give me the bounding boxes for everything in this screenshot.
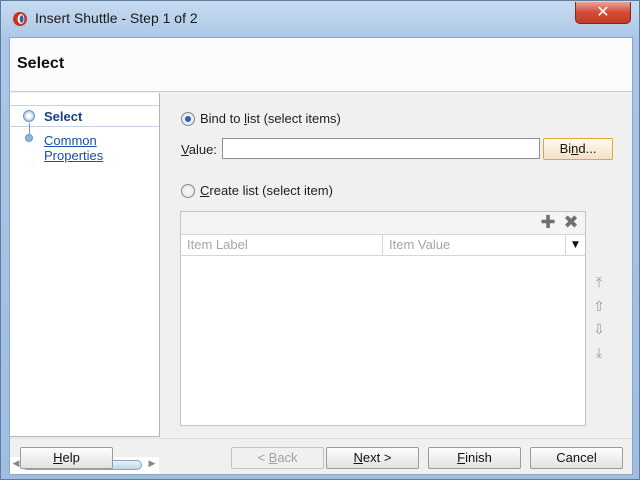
nav-item-select[interactable]: Select	[10, 105, 159, 127]
bind-button[interactable]: Bind...	[543, 138, 613, 160]
step-navigator: Select Common Properties ◀ ▶	[10, 93, 160, 474]
label-part: ist (select items)	[246, 111, 341, 126]
column-header-item-value[interactable]: Item Value	[383, 235, 566, 256]
finish-button[interactable]: Finish	[428, 447, 521, 469]
label-mnemonic: C	[200, 183, 210, 198]
delete-row-icon[interactable]: ✖	[562, 214, 580, 232]
dialog-client: Select Select Common Properties ◀ ▶ Bind…	[9, 37, 633, 475]
step-current-icon	[23, 110, 35, 122]
window-title: Insert Shuttle - Step 1 of 2	[35, 10, 198, 26]
label-mnemonic: N	[353, 450, 363, 465]
next-button[interactable]: Next >	[326, 447, 419, 469]
label-part: Bind to	[200, 111, 245, 126]
label-part: elp	[62, 450, 80, 465]
value-label: Value:	[181, 142, 217, 157]
cancel-button[interactable]: Cancel	[530, 447, 623, 469]
value-input[interactable]	[222, 138, 540, 159]
nav-item-label: Common Properties	[44, 133, 104, 163]
nav-item-common-properties[interactable]: Common Properties	[10, 130, 159, 163]
create-list-radio[interactable]	[181, 184, 195, 198]
move-to-bottom-icon[interactable]: ⤓	[590, 344, 608, 362]
label-part: ack	[277, 450, 298, 465]
bind-to-list-radio[interactable]	[181, 112, 195, 126]
label-part: alue:	[188, 142, 217, 157]
label-mnemonic: H	[53, 450, 63, 465]
scroll-right-icon[interactable]: ▶	[147, 459, 157, 469]
close-icon: ✕	[596, 2, 610, 21]
footer-divider	[10, 438, 632, 439]
column-header-item-label[interactable]: Item Label	[181, 235, 383, 256]
app-logo-icon	[13, 12, 27, 26]
bind-to-list-label[interactable]: Bind to list (select items)	[200, 111, 341, 126]
label-part: ext >	[362, 450, 392, 465]
move-to-top-icon[interactable]: ⤒	[590, 274, 608, 292]
label-part: <	[257, 450, 269, 465]
table-toolbar: ✚ ✖	[181, 212, 585, 235]
move-up-icon[interactable]: ⇧	[590, 298, 608, 316]
title-bar[interactable]: Insert Shuttle - Step 1 of 2 ✕	[1, 1, 639, 37]
label-part: reate list (select item)	[209, 183, 333, 198]
nav-item-label: Select	[44, 109, 83, 124]
add-row-icon[interactable]: ✚	[539, 214, 557, 232]
column-menu-icon[interactable]: ▼	[566, 235, 585, 256]
label-part: d...	[578, 141, 597, 156]
label-part: Bi	[559, 141, 572, 156]
items-table: ✚ ✖ Item Label Item Value ▼	[180, 211, 586, 426]
table-body[interactable]	[181, 257, 585, 425]
label-mnemonic: F	[457, 450, 466, 465]
page-header: Select	[10, 38, 632, 92]
back-button[interactable]: < Back	[231, 447, 324, 469]
move-down-icon[interactable]: ⇩	[590, 321, 608, 339]
label-mnemonic: V	[181, 142, 189, 157]
create-list-label[interactable]: Create list (select item)	[200, 183, 333, 198]
dialog-window: Insert Shuttle - Step 1 of 2 ✕ Select Se…	[0, 0, 640, 480]
help-button[interactable]: Help	[20, 447, 113, 469]
step-pending-icon	[25, 134, 33, 142]
page-title: Select	[17, 55, 65, 72]
close-button[interactable]: ✕	[575, 2, 631, 24]
label-part: inish	[465, 450, 492, 465]
